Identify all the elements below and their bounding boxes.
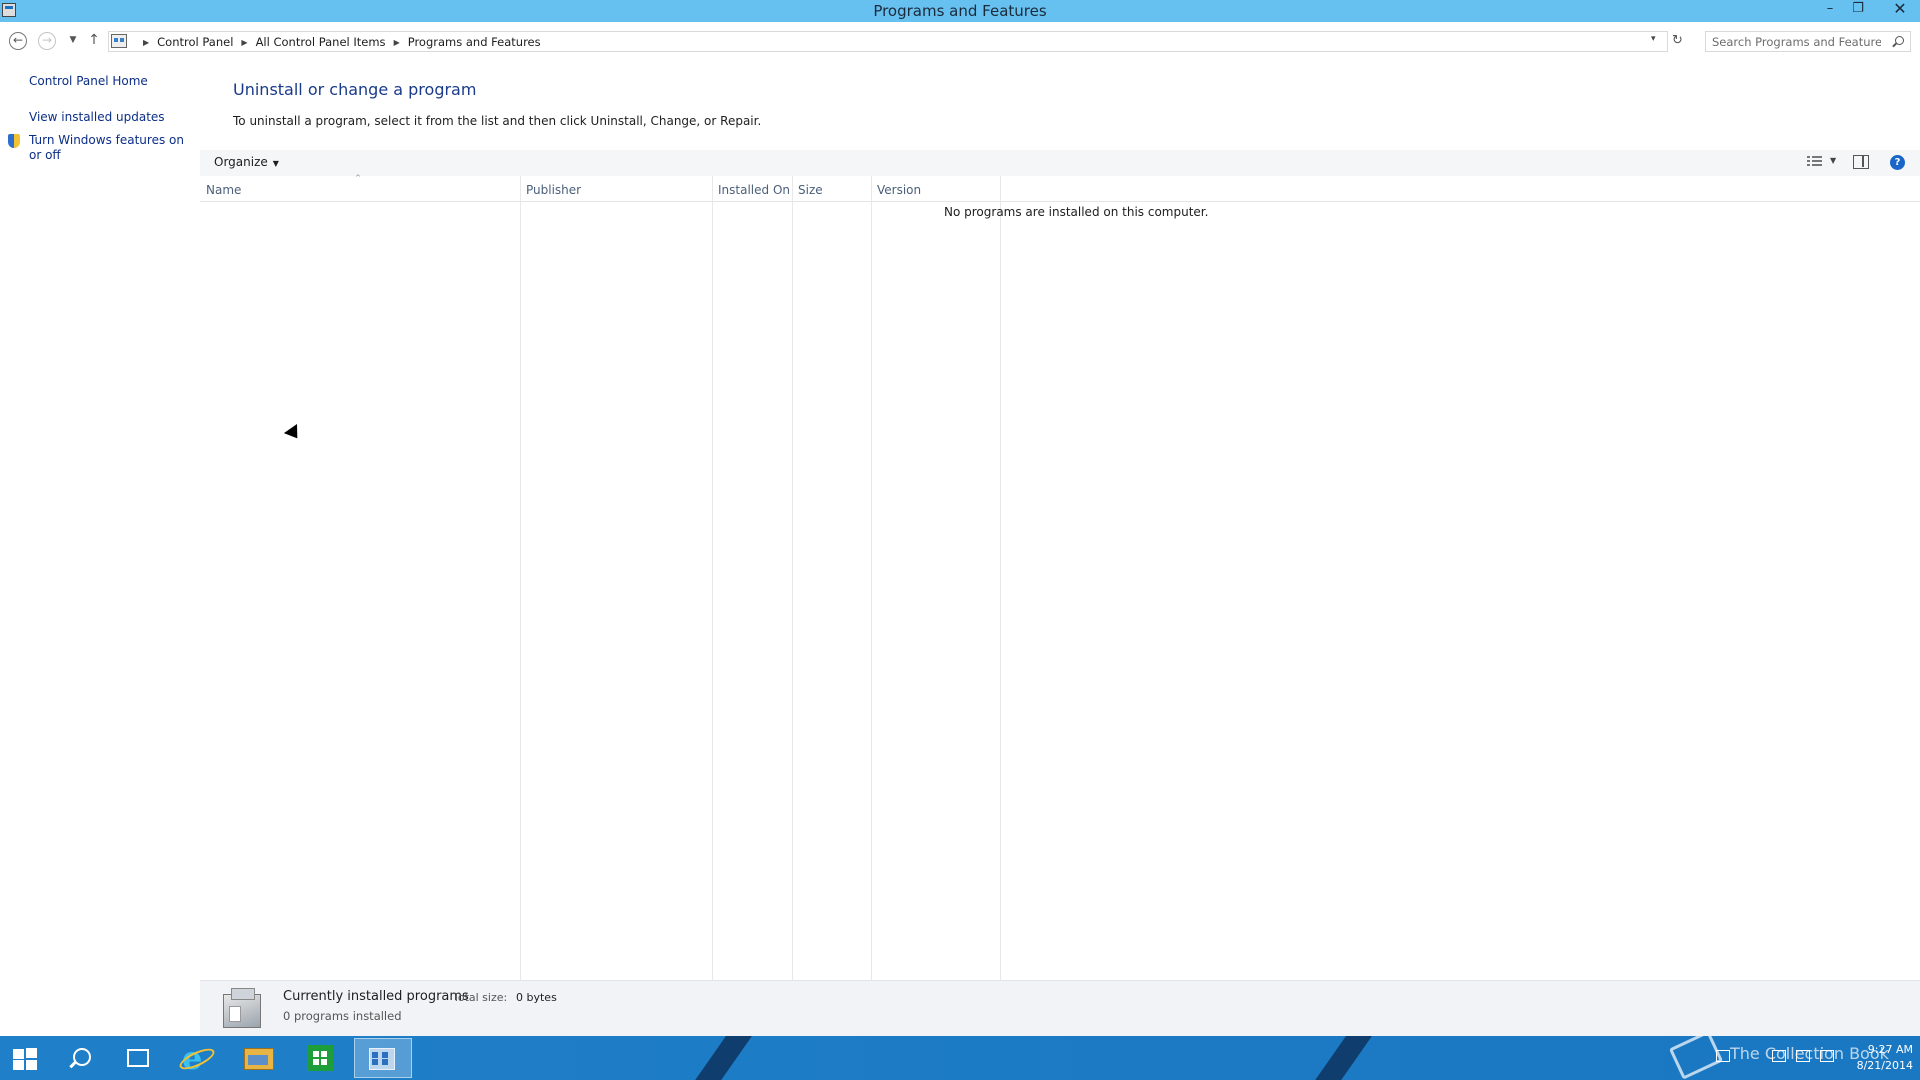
column-filler	[1000, 176, 1920, 202]
maximize-button[interactable]: ❐	[1845, 0, 1871, 20]
column-publisher[interactable]: Publisher	[520, 176, 712, 202]
task-view-icon[interactable]	[110, 1038, 162, 1078]
window-title: Programs and Features	[873, 2, 1047, 20]
address-dropdown-icon[interactable]: ▾	[1651, 34, 1656, 44]
search-icon[interactable]	[1895, 36, 1904, 45]
views-icon[interactable]	[1807, 156, 1823, 168]
organize-button[interactable]: Organize ▼	[214, 155, 279, 169]
forward-icon[interactable]: →	[38, 32, 56, 50]
taskbar-decoration	[1303, 1036, 1373, 1080]
recent-locations-icon[interactable]: ▼	[63, 31, 83, 51]
column-divider[interactable]	[871, 176, 872, 980]
taskbar-decoration	[683, 1036, 753, 1080]
start-icon[interactable]	[0, 1038, 52, 1078]
page-title: Uninstall or change a program	[233, 80, 477, 99]
sort-arrow-icon: ^	[355, 174, 361, 182]
help-icon[interactable]: ?	[1890, 155, 1905, 170]
breadcrumb-all-items[interactable]: All Control Panel Items	[256, 35, 386, 49]
empty-list-message: No programs are installed on this comput…	[944, 205, 1209, 219]
organize-label: Organize	[214, 155, 268, 169]
control-panel-home-link[interactable]: Control Panel Home	[29, 74, 148, 89]
taskbar: e The Collection Book 9:27 AM 8/21/2014	[0, 1036, 1920, 1080]
chevron-down-icon: ▼	[272, 159, 279, 168]
clock-time: 9:27 AM	[1867, 1043, 1913, 1056]
address-bar[interactable]: ▶ Control Panel ▶ All Control Panel Item…	[108, 31, 1668, 52]
column-name[interactable]: ^ Name	[200, 174, 520, 202]
up-icon[interactable]: ↑	[84, 31, 104, 51]
column-name-label: Name	[206, 183, 242, 197]
command-bar: Organize ▼ ▼ ?	[200, 150, 1920, 176]
shield-icon	[7, 134, 21, 150]
breadcrumb-programs-features[interactable]: Programs and Features	[408, 35, 541, 49]
control-panel-icon	[111, 34, 127, 48]
crumb-separator[interactable]: ▶	[241, 38, 247, 47]
search-box[interactable]	[1705, 31, 1911, 52]
clock-date: 8/21/2014	[1856, 1059, 1913, 1072]
flag-icon[interactable]	[1772, 1050, 1786, 1062]
store-icon[interactable]	[294, 1038, 346, 1078]
column-installed-on[interactable]: Installed On	[712, 176, 792, 202]
column-divider[interactable]	[712, 176, 713, 980]
total-size-label: Total size:	[453, 991, 508, 1004]
network-icon[interactable]	[1796, 1050, 1810, 1062]
crumb-separator[interactable]: ▶	[394, 38, 400, 47]
programs-count: 0 programs installed	[283, 1009, 402, 1023]
internet-explorer-glyph: e	[182, 1039, 203, 1077]
preview-pane-icon[interactable]	[1853, 155, 1869, 169]
control-panel-taskbar-icon[interactable]	[354, 1038, 412, 1078]
file-explorer-icon[interactable]	[232, 1038, 284, 1078]
page-description: To uninstall a program, select it from t…	[233, 114, 762, 128]
column-divider[interactable]	[1000, 176, 1001, 980]
view-installed-updates-link[interactable]: View installed updates	[29, 110, 165, 125]
book-icon	[1668, 1036, 1724, 1080]
breadcrumb-control-panel[interactable]: Control Panel	[157, 35, 233, 49]
title-bar: Programs and Features – ❐ ✕	[0, 0, 1920, 22]
details-pane: Currently installed programs Total size:…	[200, 980, 1920, 1036]
column-divider[interactable]	[520, 176, 521, 980]
breadcrumb: ▶ Control Panel ▶ All Control Panel Item…	[135, 35, 541, 49]
left-pane: Control Panel Home View installed update…	[0, 56, 198, 1036]
programs-list[interactable]: ^ Name Publisher Installed On Size Versi…	[200, 174, 1920, 980]
close-button[interactable]: ✕	[1880, 0, 1920, 20]
windows-features-link[interactable]: Turn Windows features on or off	[29, 133, 189, 163]
program-box-icon	[221, 986, 265, 1032]
views-dropdown-icon[interactable]: ▼	[1830, 156, 1836, 165]
total-size-value: 0 bytes	[516, 991, 557, 1004]
clock[interactable]: 9:27 AM 8/21/2014	[1843, 1042, 1913, 1074]
refresh-icon[interactable]: ↻	[1672, 33, 1683, 48]
back-icon[interactable]: ←	[9, 32, 27, 50]
keyboard-icon[interactable]	[1716, 1050, 1730, 1062]
column-divider[interactable]	[792, 176, 793, 980]
column-size[interactable]: Size	[792, 176, 871, 202]
search-input[interactable]	[1706, 32, 1881, 51]
search-charm-icon[interactable]	[55, 1038, 107, 1078]
details-title: Currently installed programs	[283, 989, 469, 1004]
volume-icon[interactable]	[1820, 1050, 1834, 1062]
navigation-bar: ← → ▼ ↑ ▶ Control Panel ▶ All Control Pa…	[0, 28, 1920, 54]
internet-explorer-icon[interactable]: e	[170, 1038, 222, 1078]
minimize-button[interactable]: –	[1817, 0, 1843, 20]
column-version[interactable]: Version	[871, 176, 1000, 202]
crumb-separator[interactable]: ▶	[143, 38, 149, 47]
